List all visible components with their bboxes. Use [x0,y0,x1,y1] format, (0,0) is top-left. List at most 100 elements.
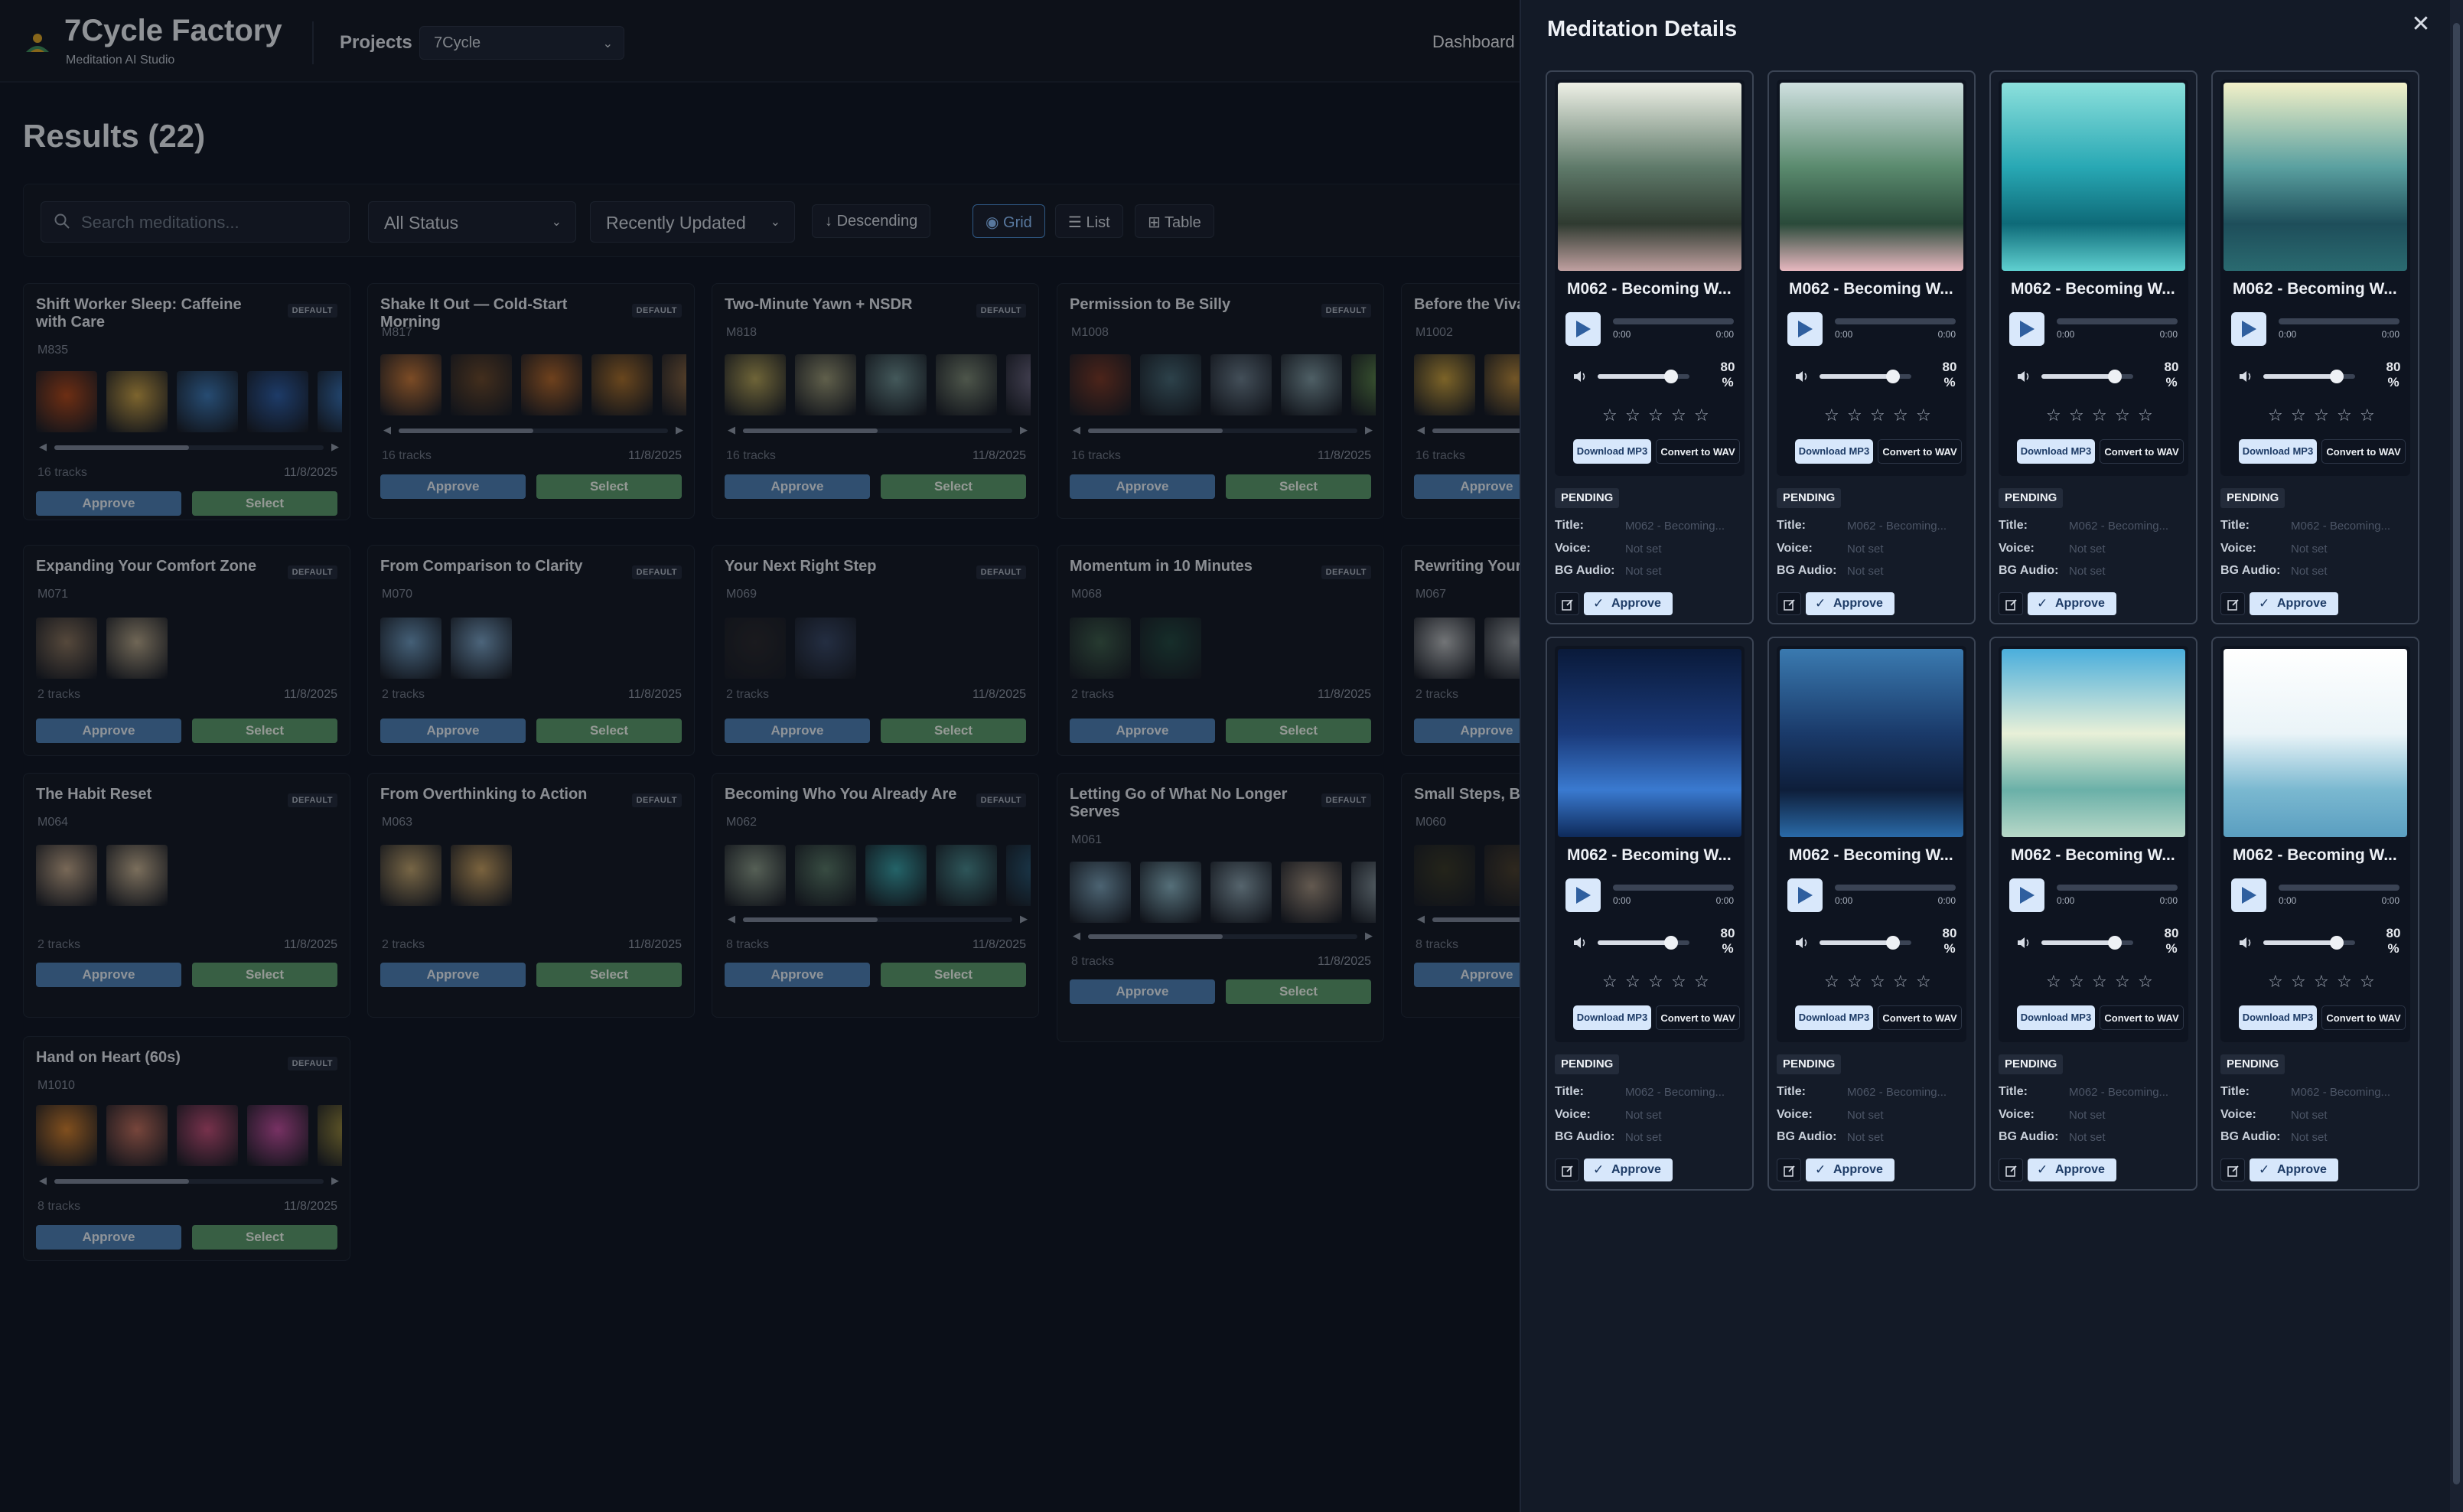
convert-wav-button[interactable]: Convert to WAV [2321,1005,2406,1030]
thumbnail[interactable] [451,618,512,679]
meditation-card[interactable]: Becoming Who You Already Are DEFAULT M062 … [712,773,1039,1018]
approve-button[interactable]: Approve [1070,719,1215,743]
select-button[interactable]: Select [536,474,682,499]
thumbnail[interactable] [451,845,512,906]
progress-bar[interactable] [1613,318,1734,324]
star-icon[interactable]: ☆ [1625,406,1640,425]
star-icon[interactable]: ☆ [1916,406,1931,425]
play-button[interactable] [2231,312,2266,346]
volume-handle[interactable] [1664,936,1678,950]
select-button[interactable]: Select [881,719,1026,743]
volume-handle[interactable] [2108,370,2122,383]
star-icon[interactable]: ☆ [1602,406,1618,425]
approve-button[interactable]: Approve [1414,963,1520,987]
nav-dashboard[interactable]: Dashboard [1432,32,1515,52]
select-button[interactable]: Select [1226,474,1371,499]
thumbnail[interactable] [318,1105,342,1166]
convert-wav-button[interactable]: Convert to WAV [1878,439,1962,464]
star-icon[interactable]: ☆ [2115,972,2130,992]
scroll-thumb[interactable] [1432,917,1520,922]
thumbnail-scrollbar[interactable]: ◀ ▶ [36,1175,342,1186]
progress-bar[interactable] [2279,318,2399,324]
edit-button[interactable] [1999,1158,2023,1181]
volume-slider[interactable] [2041,936,2133,950]
download-mp3-button[interactable]: Download MP3 [1573,1005,1651,1030]
thumbnail-strip[interactable] [1070,862,1376,924]
volume-icon[interactable] [2017,937,2031,949]
play-button[interactable] [1787,312,1823,346]
approve-button[interactable]: ✓ Approve [1806,592,1894,615]
track-card[interactable]: M062 - Becoming W... 0:00 0:00 80% ☆ ☆ ☆ ☆ ☆… [1767,70,1976,624]
thumbnail[interactable] [662,354,686,415]
scroll-thumb[interactable] [743,429,878,433]
scroll-thumb[interactable] [54,1179,189,1184]
play-button[interactable] [2009,878,2044,912]
volume-icon[interactable] [1573,937,1587,949]
scroll-right-icon[interactable]: ▶ [331,441,339,453]
track-card[interactable]: M062 - Becoming W... 0:00 0:00 80% ☆ ☆ ☆ ☆ ☆… [1767,637,1976,1191]
star-icon[interactable]: ☆ [2046,406,2061,425]
star-icon[interactable]: ☆ [1648,972,1663,992]
thumbnail[interactable] [795,618,856,679]
volume-handle[interactable] [1886,370,1900,383]
rating-stars[interactable]: ☆ ☆ ☆ ☆ ☆ [1824,972,1939,993]
thumbnail[interactable] [106,618,168,679]
scroll-right-icon[interactable]: ▶ [1020,424,1028,436]
star-icon[interactable]: ☆ [2314,406,2329,425]
thumbnail[interactable] [725,354,786,415]
thumbnail[interactable] [1140,618,1201,679]
volume-slider[interactable] [2263,936,2355,950]
thumbnail-strip[interactable] [36,1105,342,1168]
scroll-thumb[interactable] [1088,429,1223,433]
scroll-thumb[interactable] [54,445,189,450]
approve-button[interactable]: ✓ Approve [2250,1158,2338,1181]
volume-handle[interactable] [1664,370,1678,383]
thumbnail[interactable] [1070,618,1131,679]
thumbnail[interactable] [1414,354,1475,415]
edit-button[interactable] [1999,592,2023,615]
star-icon[interactable]: ☆ [1870,406,1885,425]
star-icon[interactable]: ☆ [2046,972,2061,992]
star-icon[interactable]: ☆ [1824,972,1839,992]
approve-button[interactable]: Approve [380,474,526,499]
thumbnail-strip[interactable] [380,845,686,908]
approve-button[interactable]: Approve [36,963,181,987]
progress-bar[interactable] [2057,318,2178,324]
thumbnail[interactable] [1140,862,1201,923]
thumbnail-scrollbar[interactable]: ◀ ▶ [725,913,1031,924]
approve-button[interactable]: Approve [36,719,181,743]
track-card[interactable]: M062 - Becoming W... 0:00 0:00 80% ☆ ☆ ☆ ☆ ☆… [2211,70,2419,624]
approve-button[interactable]: Approve [36,491,181,516]
meditation-card[interactable]: Two-Minute Yawn + NSDR DEFAULT M818 ◀ ▶ 16 … [712,283,1039,519]
edit-button[interactable] [2220,1158,2245,1181]
thumbnail[interactable] [795,845,856,906]
status-filter-select[interactable]: All Status ⌄ [368,201,576,243]
thumbnail[interactable] [380,845,441,906]
thumbnail-scrollbar[interactable]: ◀ ▶ [1414,913,1520,924]
thumbnail[interactable] [1210,354,1272,415]
approve-button[interactable]: Approve [1414,719,1520,743]
scroll-right-icon[interactable]: ▶ [1365,424,1373,436]
approve-button[interactable]: ✓ Approve [2250,592,2338,615]
track-card[interactable]: M062 - Becoming W... 0:00 0:00 80% ☆ ☆ ☆ ☆ ☆… [1546,637,1754,1191]
thumbnail[interactable] [247,371,308,432]
star-icon[interactable]: ☆ [1847,972,1862,992]
select-button[interactable]: Select [192,719,337,743]
thumbnail[interactable] [725,845,786,906]
close-icon[interactable]: ✕ [2407,11,2435,38]
approve-button[interactable]: Approve [725,963,870,987]
volume-icon[interactable] [2239,370,2253,383]
star-icon[interactable]: ☆ [2360,406,2375,425]
thumbnail[interactable] [1351,354,1376,415]
thumbnail-strip[interactable] [1414,354,1520,417]
meditation-card[interactable]: Hand on Heart (60s) DEFAULT M1010 ◀ ▶ 8 tra… [23,1036,350,1261]
edit-button[interactable] [1777,1158,1801,1181]
star-icon[interactable]: ☆ [2138,406,2153,425]
thumbnail[interactable] [1484,354,1520,415]
star-icon[interactable]: ☆ [2291,406,2306,425]
volume-handle[interactable] [2330,936,2344,950]
rating-stars[interactable]: ☆ ☆ ☆ ☆ ☆ [2046,972,2161,993]
thumbnail[interactable] [36,1105,97,1166]
thumbnail[interactable] [318,371,342,432]
meditation-card[interactable]: Small Steps, Big ShiftsDEFAULTM060 ◀ ▶8 … [1401,773,1520,1018]
